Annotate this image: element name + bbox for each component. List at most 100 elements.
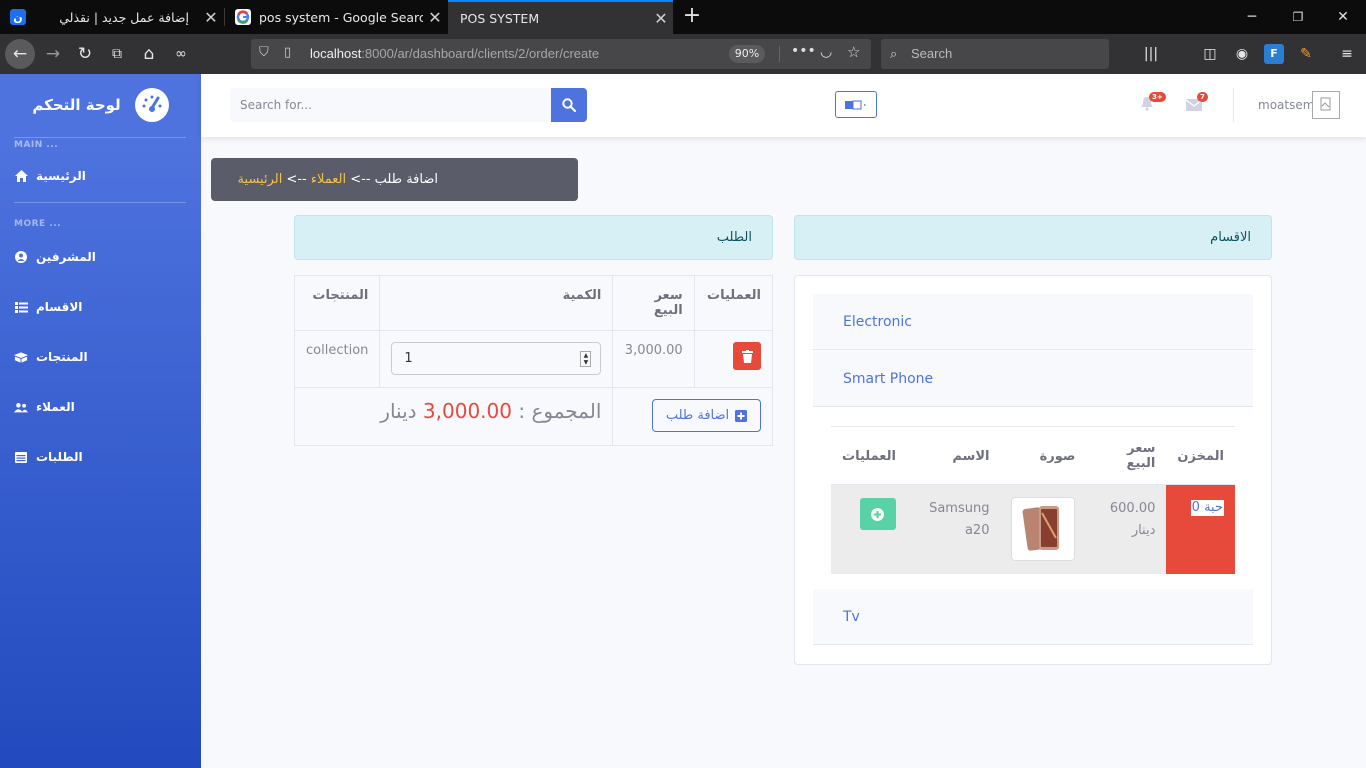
breadcrumb-link-home[interactable]: الرئيسية bbox=[238, 172, 283, 187]
container-tab-icon[interactable]: ⧉ bbox=[102, 39, 132, 69]
account-icon[interactable]: ◉ bbox=[1232, 44, 1252, 64]
home-button[interactable]: ⌂ bbox=[134, 39, 164, 69]
brand-title: لوحة التحكم bbox=[32, 96, 121, 114]
more-actions-icon[interactable]: ••• bbox=[791, 43, 816, 59]
categories-panel-header: الاقسام bbox=[794, 215, 1272, 260]
search-button[interactable] bbox=[551, 88, 587, 122]
restore-icon[interactable]: ❐ bbox=[1275, 0, 1321, 34]
shield-icon[interactable]: ⛉ bbox=[259, 45, 269, 60]
order-total: المجموع : 3,000.00 دينار bbox=[380, 399, 602, 423]
pocket-icon[interactable]: ◡ bbox=[820, 44, 832, 60]
product-image bbox=[1011, 497, 1076, 561]
topbar-divider bbox=[1233, 88, 1234, 122]
sidebar-item-clients[interactable]: العملاء bbox=[14, 395, 186, 419]
sidebar-divider bbox=[14, 137, 186, 138]
column-header: صورة bbox=[1000, 426, 1087, 485]
column-header: الكمية bbox=[379, 275, 614, 331]
trash-icon bbox=[741, 349, 753, 363]
breadcrumb-separator: --> bbox=[282, 172, 311, 187]
url-text[interactable]: localhost:8000/ar/dashboard/clients/2/or… bbox=[310, 46, 599, 61]
sidebar-item-home[interactable]: الرئيسية bbox=[14, 164, 186, 188]
breadcrumb-separator: --> bbox=[346, 172, 375, 187]
forward-button[interactable]: → bbox=[38, 39, 68, 69]
delete-button[interactable] bbox=[733, 342, 761, 370]
actions-cell bbox=[831, 484, 907, 574]
extension-icon[interactable]: ✎ bbox=[1296, 44, 1316, 64]
add-order-cell: اضافة طلب bbox=[612, 387, 773, 446]
users-icon bbox=[14, 400, 28, 414]
url-bar[interactable]: ⛉ ▯ localhost:8000/ar/dashboard/clients/… bbox=[251, 39, 871, 69]
messages-button[interactable]: 7 bbox=[1185, 92, 1208, 114]
quantity-cell: 1 ▲ ▼ bbox=[379, 330, 614, 388]
column-header: المنتجات bbox=[293, 275, 381, 331]
order-panel-header: الطلب bbox=[294, 215, 773, 260]
actions-cell bbox=[693, 330, 774, 388]
breadcrumb-link-clients[interactable]: العملاء bbox=[311, 172, 346, 187]
search-icon bbox=[562, 98, 576, 112]
language-button[interactable] bbox=[835, 91, 877, 118]
add-order-label: اضافة طلب bbox=[665, 408, 730, 423]
stock-value: حبة 0 bbox=[1190, 500, 1224, 516]
table-icon bbox=[14, 450, 28, 464]
sidebar-item-label: الرئيسية bbox=[36, 169, 86, 183]
order-panel-title: الطلب bbox=[716, 230, 752, 245]
sidebar-toggle-icon[interactable]: ◫ bbox=[1200, 44, 1220, 64]
topbar-search-input[interactable]: Search for... bbox=[230, 88, 552, 122]
add-order-button[interactable]: اضافة طلب bbox=[652, 399, 761, 432]
menu-icon[interactable]: ≡ bbox=[1337, 44, 1357, 64]
sidebar-item-categories[interactable]: الاقسام bbox=[14, 295, 186, 319]
browser-tab[interactable]: ن إضافة عمل جديد | نقذلي ✕ bbox=[0, 0, 223, 34]
private-mask-icon[interactable]: ∞ bbox=[166, 39, 196, 69]
minimize-icon[interactable]: ─ bbox=[1229, 0, 1275, 34]
browser-search-input[interactable]: ⌕ Search bbox=[881, 39, 1109, 69]
user-circle-icon bbox=[14, 250, 28, 264]
library-icon[interactable]: ||| bbox=[1141, 44, 1161, 64]
google-icon bbox=[235, 9, 251, 25]
avatar[interactable] bbox=[1312, 91, 1340, 119]
column-header: الاسم bbox=[906, 426, 1001, 485]
name-cell: Samsung a20 bbox=[906, 484, 1001, 574]
plus-square-icon bbox=[735, 409, 748, 422]
browser-tab-active[interactable]: POS SYSTEM ✕ bbox=[448, 0, 673, 34]
quantity-stepper[interactable]: 1 ▲ ▼ bbox=[391, 342, 602, 375]
column-header: سعر البيع bbox=[1086, 426, 1167, 485]
browser-tab[interactable]: pos system - Google Search ✕ bbox=[225, 0, 447, 34]
sidebar-item-label: الاقسام bbox=[36, 300, 83, 314]
column-header: العمليات bbox=[693, 275, 774, 331]
bookmark-star-icon[interactable]: ☆ bbox=[847, 43, 860, 61]
new-tab-button[interactable]: + bbox=[680, 4, 704, 30]
category-item-electronic[interactable]: Electronic bbox=[813, 294, 1253, 350]
plus-circle-icon bbox=[871, 507, 885, 521]
quantity-value: 1 bbox=[404, 351, 413, 366]
back-button[interactable]: ← bbox=[5, 39, 35, 69]
close-window-icon[interactable]: ✕ bbox=[1320, 0, 1366, 34]
user-name[interactable]: moatsem bbox=[1258, 98, 1314, 112]
products-table: المخزن سعر البيع صورة الاسم العمليات حبة… bbox=[831, 426, 1235, 574]
sidebar-brand[interactable]: لوحة التحكم bbox=[0, 74, 201, 136]
sidebar-item-products[interactable]: المنتجات bbox=[14, 345, 186, 369]
sidebar-item-label: المشرفين bbox=[36, 250, 96, 264]
table-row: حبة 0 600.00 دينار Samsung a20 bbox=[831, 484, 1235, 574]
sidebar-item-orders[interactable]: الطلبات bbox=[14, 445, 186, 469]
breadcrumb-current: اضافة طلب bbox=[374, 172, 438, 187]
stock-cell: حبة 0 bbox=[1166, 484, 1235, 574]
zoom-indicator[interactable]: 90% bbox=[729, 45, 765, 63]
category-item-smart-phone[interactable]: Smart Phone bbox=[813, 351, 1253, 407]
messages-badge: 7 bbox=[1197, 92, 1208, 102]
column-header: العمليات bbox=[831, 426, 907, 485]
reload-button[interactable]: ↻ bbox=[70, 39, 100, 69]
close-tab-icon[interactable]: ✕ bbox=[423, 8, 447, 27]
sidebar-item-label: المنتجات bbox=[36, 350, 88, 364]
home-icon bbox=[14, 169, 28, 183]
add-product-button[interactable] bbox=[859, 498, 896, 530]
alerts-button[interactable]: 3+ bbox=[1140, 92, 1166, 114]
spinner-arrows-icon[interactable]: ▲ ▼ bbox=[580, 351, 592, 367]
sidebar-item-admins[interactable]: المشرفين bbox=[14, 245, 186, 269]
sidebar-item-label: العملاء bbox=[36, 400, 75, 414]
extension-icon[interactable]: F bbox=[1264, 44, 1284, 64]
close-tab-icon[interactable]: ✕ bbox=[649, 9, 673, 28]
category-item-tv[interactable]: Tv bbox=[813, 589, 1253, 645]
page-info-icon[interactable]: ▯ bbox=[284, 45, 291, 60]
breadcrumb: اضافة طلب --> العملاء --> الرئيسية bbox=[211, 158, 578, 201]
close-tab-icon[interactable]: ✕ bbox=[199, 8, 223, 27]
